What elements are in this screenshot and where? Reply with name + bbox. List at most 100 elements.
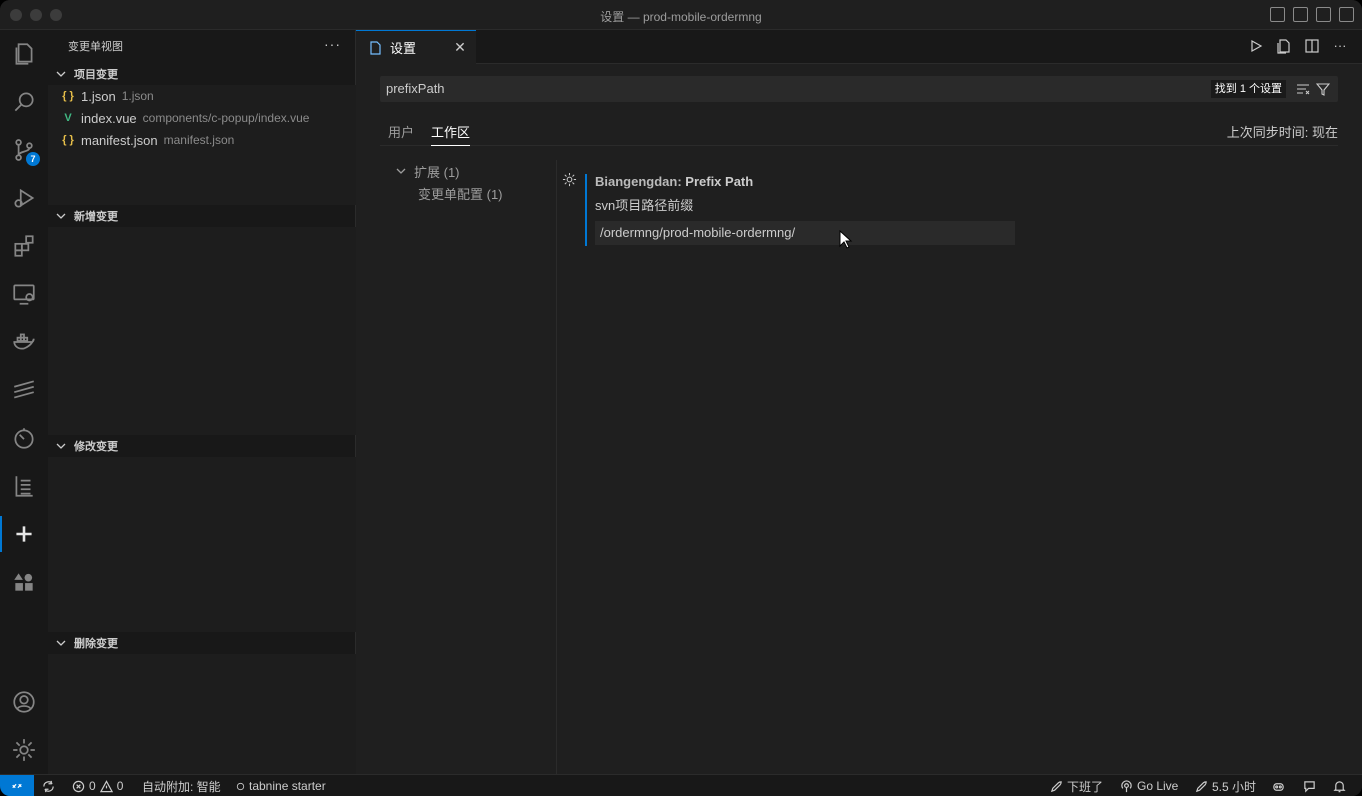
mouse-cursor-icon [839,230,853,249]
auto-attach-status[interactable]: 自动附加: 智能 [142,778,221,794]
editor-actions: ··· [1248,38,1348,54]
section-label: 删除变更 [74,638,118,650]
go-live-label: Go Live [1137,779,1179,793]
modified-changes-list [48,457,356,632]
added-changes-list [48,227,356,435]
chevron-down-icon [56,213,66,219]
run-debug-icon[interactable] [0,174,48,222]
open-settings-json-icon[interactable] [1276,38,1292,54]
file-path: 1.json [121,89,154,103]
settings-scope-tabs: 用户 工作区 上次同步时间: 现在 [380,116,1338,146]
manage-icon[interactable] [0,726,48,774]
timeline-icon[interactable] [0,414,48,462]
work-time-status[interactable]: 5.5 小时 [1195,778,1256,794]
changelist-sidebar: 变更单视图 ··· 项目变更 { } 1.json 1.json V index… [48,30,356,774]
file-name: index.vue [81,110,137,126]
setting-name: Prefix Path [685,174,754,189]
customize-layout-icon[interactable] [1339,7,1354,22]
sync-icon[interactable] [42,778,55,794]
more-actions-icon[interactable]: ··· [1332,38,1348,54]
toc-item-changelist-config[interactable]: 变更单配置 (1) [380,182,556,204]
section-deleted-changes[interactable]: 删除变更 [48,632,356,654]
setting-description: svn项目路径前缀 [595,198,694,213]
warning-icon [99,779,113,792]
problems-indicator[interactable]: 0 0 [72,778,123,794]
tabnine-status[interactable]: tabnine starter [236,778,326,794]
title-bar: 设置 — prod-mobile-ordermng [0,0,1362,30]
settings-editor: 设置 ✕ ··· prefixPath 找到 1 个设置 用户 工作区 上次同步… [356,30,1362,774]
remote-indicator-icon[interactable] [0,775,34,796]
test-icon[interactable] [0,462,48,510]
section-added-changes[interactable]: 新增变更 [48,205,356,227]
docker-icon[interactable] [0,318,48,366]
section-label: 新增变更 [74,211,118,223]
notifications-bell-icon[interactable] [1333,778,1346,794]
gear-icon[interactable] [562,172,577,187]
changelist-icon[interactable] [0,510,48,558]
run-icon[interactable] [1248,38,1264,54]
activity-bar: 7 [0,30,48,774]
source-control-icon[interactable]: 7 [0,126,48,174]
more-actions-icon[interactable]: ··· [324,36,341,52]
json-file-icon: { } [62,134,74,146]
go-live-button[interactable]: Go Live [1120,778,1178,794]
broadcast-icon [1121,779,1132,792]
warning-count: 0 [116,779,124,793]
tabnine-icon [236,782,245,790]
search-icon[interactable] [0,78,48,126]
section-project-changes[interactable]: 项目变更 [48,63,356,85]
feedback-icon[interactable] [1303,778,1316,794]
chevron-down-icon [56,71,66,77]
setting-title: Biangengdan: Prefix Path [595,174,753,189]
copilot-icon[interactable] [1272,778,1285,794]
filter-icon[interactable] [1316,82,1330,96]
toc-divider [556,160,557,774]
off-work-label: 下班了 [1067,779,1104,794]
extensions-icon[interactable] [0,222,48,270]
accounts-icon[interactable] [0,678,48,726]
project-changes-list: { } 1.json 1.json V index.vue components… [48,85,356,205]
chevron-down-icon [56,640,66,646]
tab-workspace[interactable]: 工作区 [431,122,471,146]
prefix-path-input[interactable]: /ordermng/prod-mobile-ordermng/ [595,221,1015,245]
toc-label: 变更单配置 (1) [418,186,503,202]
toggle-sidebar-icon[interactable] [1270,7,1285,22]
tab-user[interactable]: 用户 [388,122,414,146]
off-work-status[interactable]: 下班了 [1050,778,1103,794]
toggle-secondary-sidebar-icon[interactable] [1316,7,1331,22]
file-name: manifest.json [81,132,158,148]
app-icon[interactable] [0,558,48,606]
tabnine-label: tabnine starter [249,779,326,793]
close-tab-icon[interactable]: ✕ [452,39,468,55]
chevron-down-icon [56,443,66,449]
sync-status: 上次同步时间: 现在 [1226,125,1338,140]
source-control-badge: 7 [26,152,40,166]
chevron-down-icon [396,168,406,174]
split-editor-icon[interactable] [1304,38,1320,54]
section-label: 修改变更 [74,441,118,453]
layout-controls [1270,7,1354,22]
tab-settings[interactable]: 设置 ✕ [356,30,476,64]
json-file-icon: { } [62,90,74,102]
toc-item-extensions[interactable]: 扩展 (1) [380,160,556,182]
file-item[interactable]: V index.vue components/c-popup/index.vue [48,107,356,129]
window-title: 设置 — prod-mobile-ordermng [600,10,762,24]
clear-filter-icon[interactable] [1296,82,1310,96]
sidebar-header: 变更单视图 ··· [48,30,355,62]
settings-toc: 扩展 (1) 变更单配置 (1) [380,160,556,204]
explorer-icon[interactable] [0,30,48,78]
remote-explorer-icon[interactable] [0,270,48,318]
results-count-badge: 找到 1 个设置 [1210,80,1286,98]
section-modified-changes[interactable]: 修改变更 [48,435,356,457]
app-window: 设置 — prod-mobile-ordermng 7 变更单视图 ··· 项目… [0,0,1362,796]
rocket-icon [1050,780,1062,792]
work-time-label: 5.5 小时 [1212,779,1257,794]
settings-search-input[interactable]: prefixPath 找到 1 个设置 [380,76,1338,102]
sidebar-title: 变更单视图 [68,41,123,53]
file-item[interactable]: { } manifest.json manifest.json [48,129,356,151]
toggle-panel-icon[interactable] [1293,7,1308,22]
file-item[interactable]: { } 1.json 1.json [48,85,356,107]
section-label: 项目变更 [74,69,118,81]
svn-icon[interactable] [0,366,48,414]
error-icon [72,780,85,792]
